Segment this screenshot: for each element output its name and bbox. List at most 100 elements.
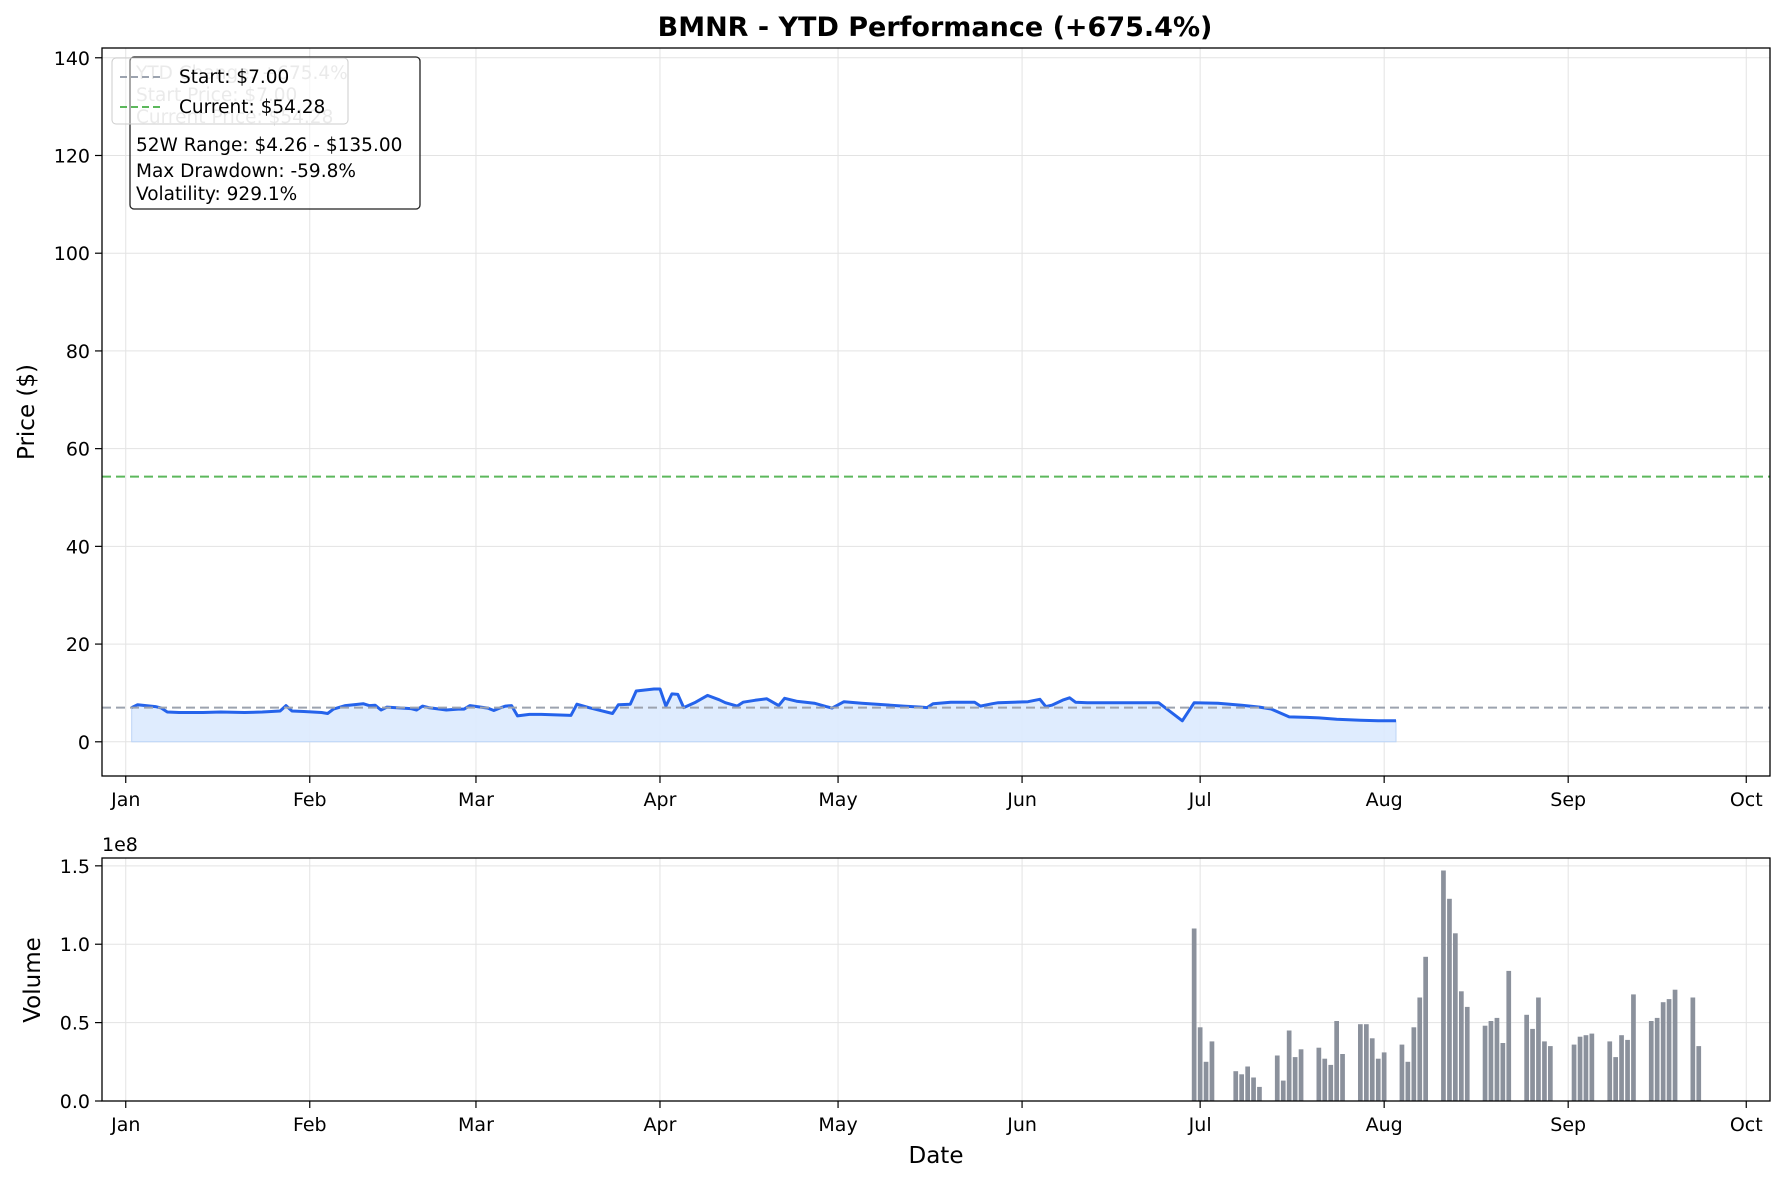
volume-bar [1464,1006,1470,1101]
price-y-tick-label: 140 [54,48,90,70]
volume-bar [1292,1057,1298,1101]
volume-bar [1494,1017,1500,1101]
volume-bar [1364,1024,1369,1101]
volume-x-tick-label: Apr [644,1114,677,1136]
volume-bar [1197,1027,1203,1101]
volume-y-tick-label: 1.0 [60,934,90,956]
volume-bar [1524,1014,1529,1101]
price-x-tick-label: Apr [644,789,677,811]
price-y-tick-label: 40 [66,536,90,558]
price-x-tick-label: Oct [1730,789,1763,811]
volume-x-tick-label: Jul [1188,1114,1212,1136]
volume-bar [1233,1071,1239,1101]
volume-bar [1453,933,1458,1101]
volume-bar [1619,1035,1624,1101]
volume-x-tick-label: Mar [458,1114,494,1136]
volume-bar [1280,1080,1286,1101]
volume-bar [1482,1025,1488,1101]
volume-bar [1191,928,1197,1101]
price-x-tick-label: Aug [1366,789,1403,811]
volume-bar [1405,1061,1411,1101]
volume-y-axis-title: Volume [20,937,46,1023]
volume-bar [1607,1041,1613,1101]
volume-bar [1660,1002,1666,1101]
price-legend: Start: $7.00 Current: $54.28 [111,57,349,125]
volume-bar [1274,1055,1280,1101]
volume-bar [1239,1074,1244,1101]
volume-bar [1548,1046,1553,1101]
volume-bar [1316,1047,1322,1101]
figure: BMNR - YTD Performance (+675.4%) Jan Feb M… [0,0,1784,1182]
price-x-tick-label: Jun [1006,789,1037,811]
volume-bar [1542,1041,1547,1101]
volume-bar [1399,1044,1405,1101]
volume-y-tick-label: 0.0 [60,1091,90,1113]
volume-bar [1334,1021,1339,1101]
volume-bar [1589,1033,1595,1101]
volume-offset-label: 1e8 [102,834,138,856]
stats-volatility-line: Volatility: 929.1% [136,184,297,205]
volume-bar [1536,997,1541,1101]
price-y-tick-label: 120 [54,145,90,167]
volume-bar [1375,1058,1381,1101]
volume-x-tick-label: Oct [1730,1114,1763,1136]
volume-bar [1506,970,1512,1101]
volume-bar [1500,1043,1506,1101]
volume-bar [1577,1036,1583,1101]
volume-bar [1583,1035,1589,1101]
price-x-tick-label: Jul [1188,789,1212,811]
volume-bar [1358,1024,1363,1101]
volume-bar [1672,989,1678,1101]
volume-x-tick-label: Aug [1366,1114,1403,1136]
price-y-axis-title: Price ($) [14,364,40,460]
volume-bar [1613,1057,1618,1101]
volume-y-tick-label: 0.5 [60,1013,90,1035]
volume-x-axis-title: Date [909,1143,964,1169]
volume-bar [1696,1046,1702,1101]
volume-bar [1625,1039,1630,1101]
volume-bar [1654,1017,1660,1101]
volume-bar [1251,1077,1256,1101]
volume-bar [1369,1038,1375,1101]
volume-x-tick-label: May [818,1114,857,1136]
volume-bar [1666,999,1672,1101]
volume-y-tick-label: 1.5 [60,856,90,878]
volume-bar [1298,1049,1304,1101]
volume-bar [1417,997,1423,1101]
volume-bar [1245,1066,1250,1101]
volume-bar [1648,1021,1654,1101]
volume-bar [1631,994,1636,1101]
price-y-tick-label: 80 [66,341,90,363]
legend-current-label: Current: $54.28 [179,97,325,118]
volume-bar [1530,1028,1535,1101]
volume-x-tick-label: Jun [1006,1114,1037,1136]
volume-bar [1286,1030,1292,1101]
price-chart-title: BMNR - YTD Performance (+675.4%) [658,12,1213,43]
volume-bar [1447,898,1452,1101]
price-x-tick-label: Jan [110,789,140,811]
volume-bar [1690,997,1696,1101]
volume-x-tick-label: Jan [110,1114,140,1136]
volume-bar [1571,1044,1577,1101]
price-y-tick-label: 100 [54,243,90,265]
volume-bar [1209,1041,1215,1101]
price-x-tick-label: Sep [1550,789,1586,811]
legend-start-label: Start: $7.00 [179,67,289,88]
volume-bar [1328,1064,1334,1101]
volume-bar [1203,1061,1209,1101]
volume-x-tick-label: Sep [1550,1114,1586,1136]
volume-bar [1340,1054,1345,1101]
volume-bar [1257,1086,1262,1101]
price-x-tick-label: Feb [293,789,327,811]
volume-bar [1459,991,1464,1101]
price-y-tick-label: 60 [66,439,90,461]
volume-x-tick-label: Feb [293,1114,327,1136]
volume-bar [1322,1058,1328,1101]
volume-bar [1441,870,1446,1101]
price-y-tick-label: 20 [66,634,90,656]
volume-bar [1488,1021,1494,1101]
stats-drawdown-line: Max Drawdown: -59.8% [136,161,356,182]
volume-bar [1381,1052,1387,1101]
volume-bar [1411,1027,1417,1101]
price-y-tick-label: 0 [78,732,90,754]
